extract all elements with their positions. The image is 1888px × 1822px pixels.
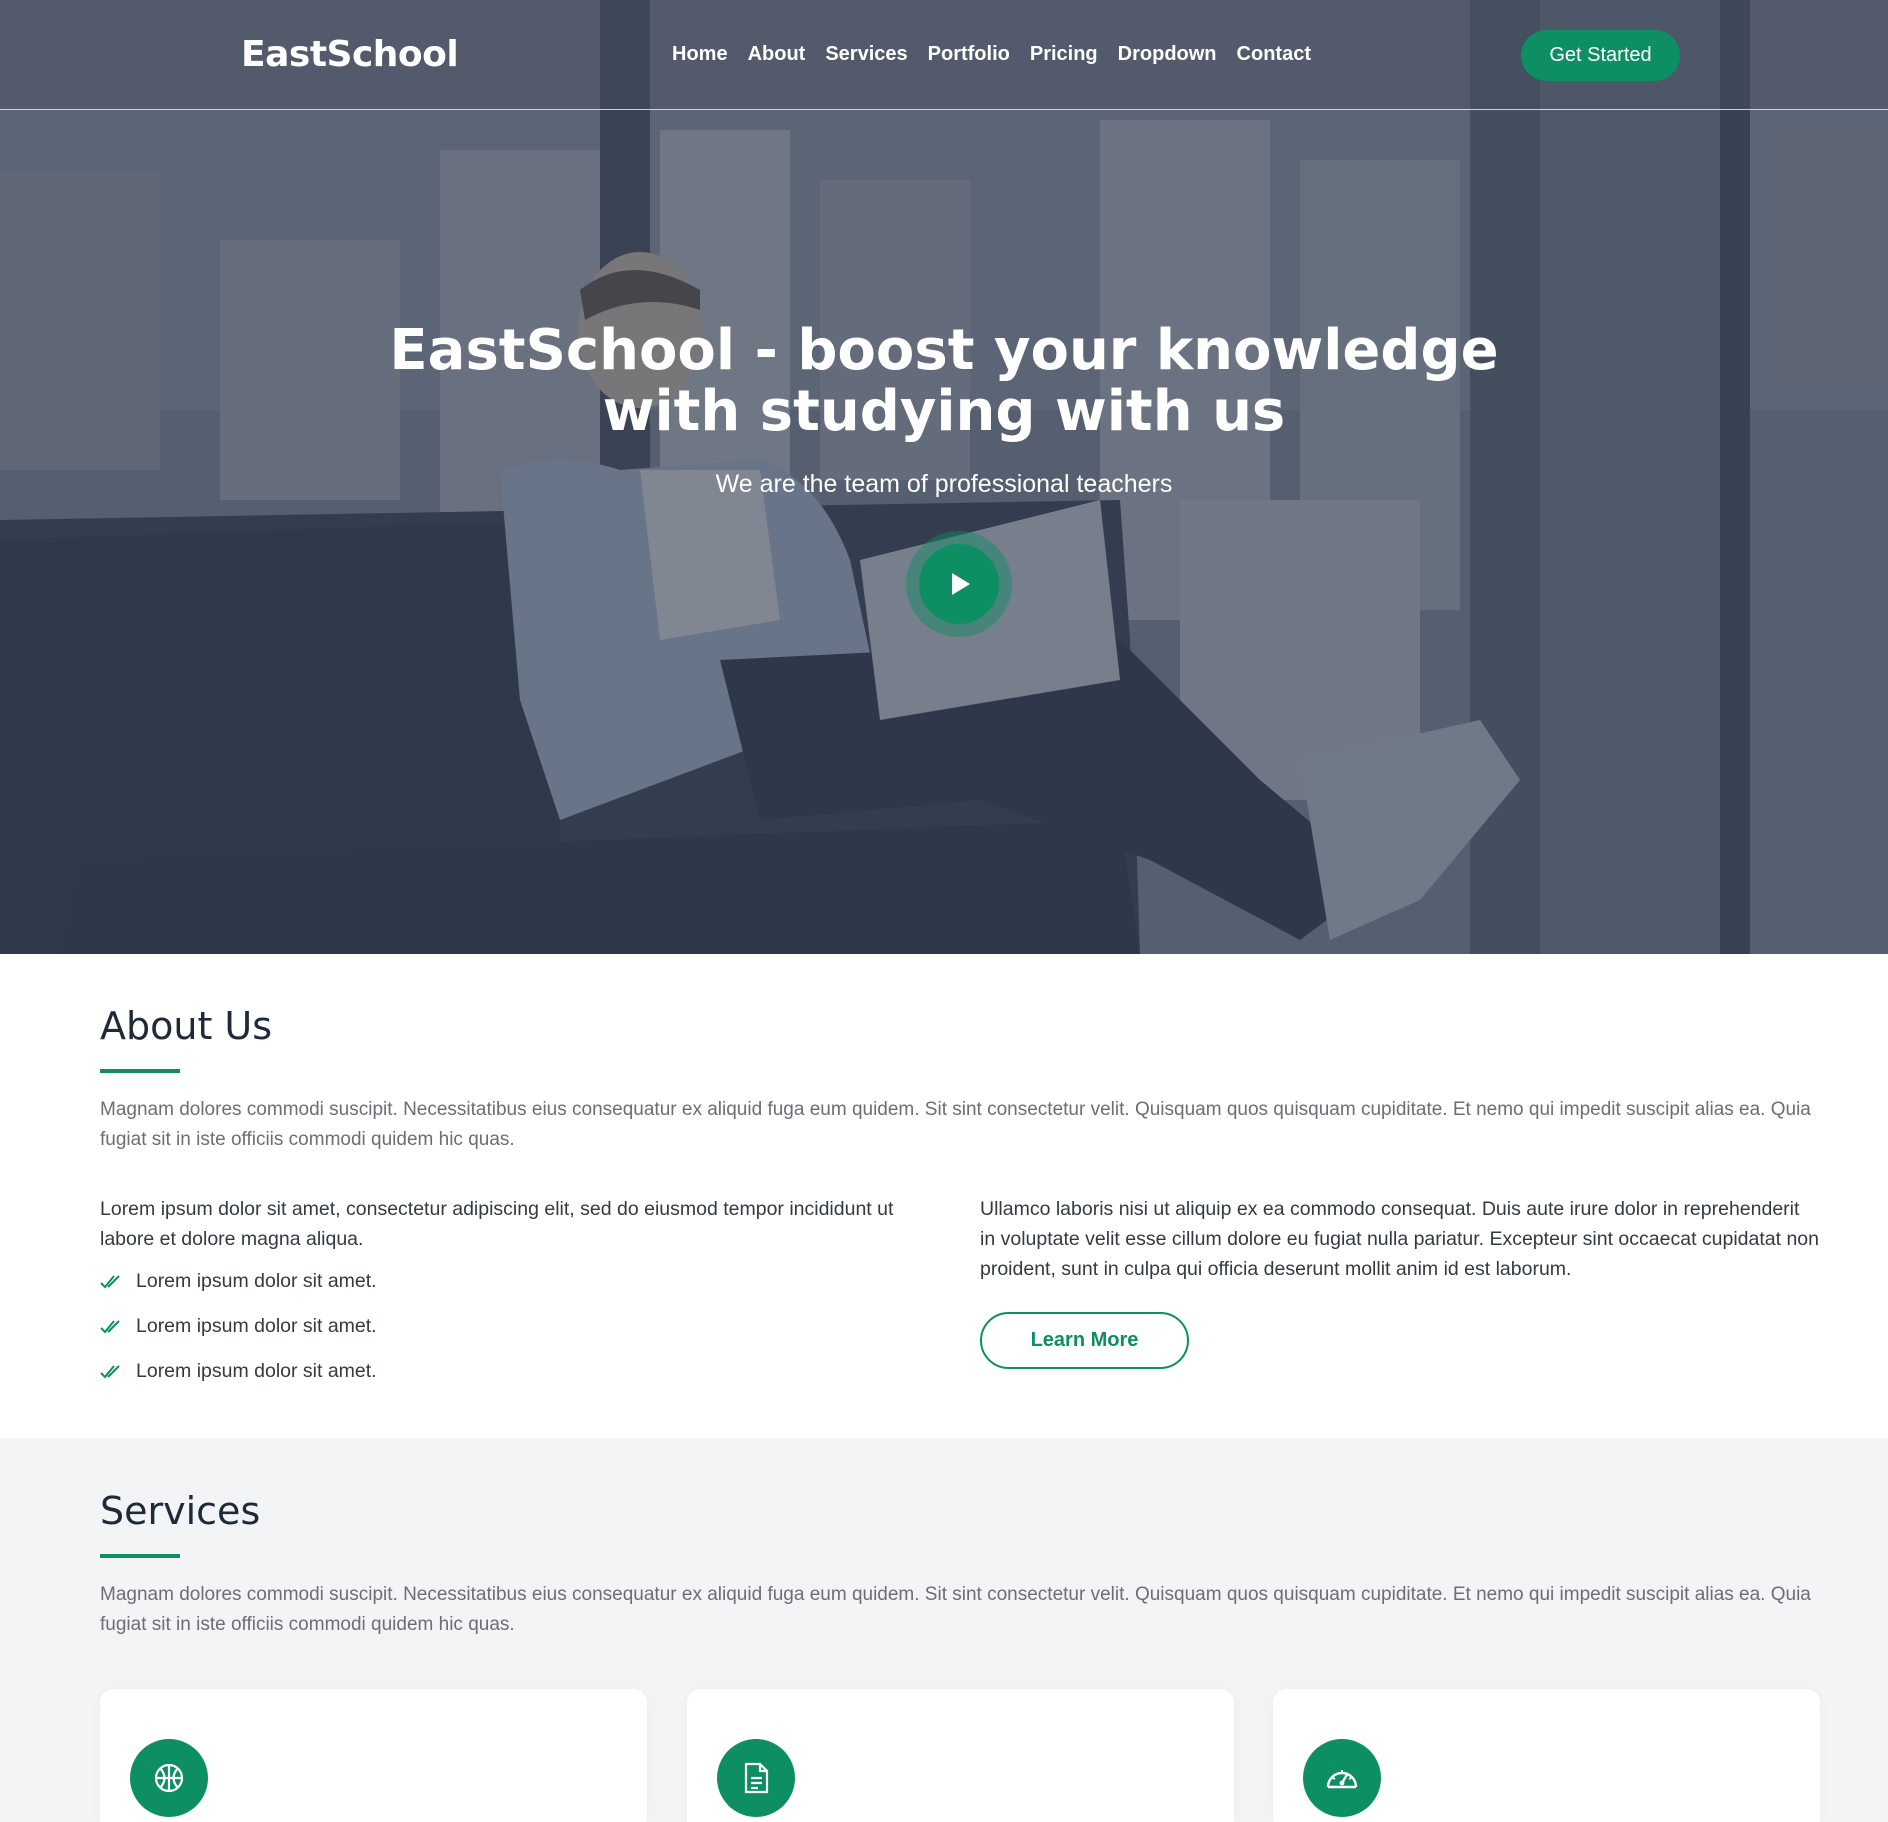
service-card[interactable] [1273,1689,1820,1822]
hero-title: EastSchool - boost your knowledge with s… [344,320,1544,442]
service-icon-circle [130,1739,208,1817]
speedometer-icon [1326,1770,1358,1789]
nav-about[interactable]: About [748,43,806,66]
service-card[interactable] [100,1689,647,1822]
services-title-underline [100,1554,180,1558]
checklist-item: Lorem ipsum dolor sit amet. [100,1270,377,1293]
hero-title-line-1: EastSchool - boost your knowledge [389,318,1499,383]
play-video-button[interactable] [906,531,1012,637]
about-lead-text: Magnam dolores commodi suscipit. Necessi… [100,1099,1811,1150]
learn-more-button[interactable]: Learn More [980,1312,1189,1369]
hero-title-line-2: with studying with us [602,379,1286,444]
about-title-underline [100,1069,180,1073]
basketball-icon [154,1763,184,1793]
nav-pricing[interactable]: Pricing [1030,43,1098,66]
nav-services[interactable]: Services [825,43,907,66]
services-title: Services [100,1489,261,1533]
document-icon [744,1762,769,1794]
get-started-button[interactable]: Get Started [1521,30,1680,81]
about-title: About Us [100,1004,273,1048]
nav-home[interactable]: Home [672,43,728,66]
site-logo[interactable]: EastSchool [241,34,459,75]
services-lead-text: Magnam dolores commodi suscipit. Necessi… [100,1584,1811,1635]
service-icon-circle [1303,1739,1381,1817]
nav-portfolio[interactable]: Portfolio [928,43,1010,66]
hero-subtitle: We are the team of professional teachers [715,470,1173,498]
play-icon [952,573,970,595]
about-left-text: Lorem ipsum dolor sit amet, consectetur … [100,1198,894,1250]
checklist-item: Lorem ipsum dolor sit amet. [100,1315,377,1338]
double-check-icon [100,1364,120,1378]
nav-contact[interactable]: Contact [1237,43,1311,66]
play-button-inner [919,544,999,624]
checklist-item-label: Lorem ipsum dolor sit amet. [136,1360,377,1382]
double-check-icon [100,1274,120,1288]
main-nav: Home About Services Portfolio Pricing Dr… [672,43,1311,66]
about-right-text: Ullamco laboris nisi ut aliquip ex ea co… [980,1198,1819,1280]
service-card[interactable] [687,1689,1234,1822]
double-check-icon [100,1319,120,1333]
checklist-item: Lorem ipsum dolor sit amet. [100,1360,377,1383]
nav-dropdown[interactable]: Dropdown [1118,43,1217,66]
checklist-item-label: Lorem ipsum dolor sit amet. [136,1315,377,1337]
hero-section: EastSchool Home About Services Portfolio… [0,0,1888,954]
site-header: EastSchool Home About Services Portfolio… [0,0,1888,110]
service-icon-circle [717,1739,795,1817]
checklist-item-label: Lorem ipsum dolor sit amet. [136,1270,377,1292]
